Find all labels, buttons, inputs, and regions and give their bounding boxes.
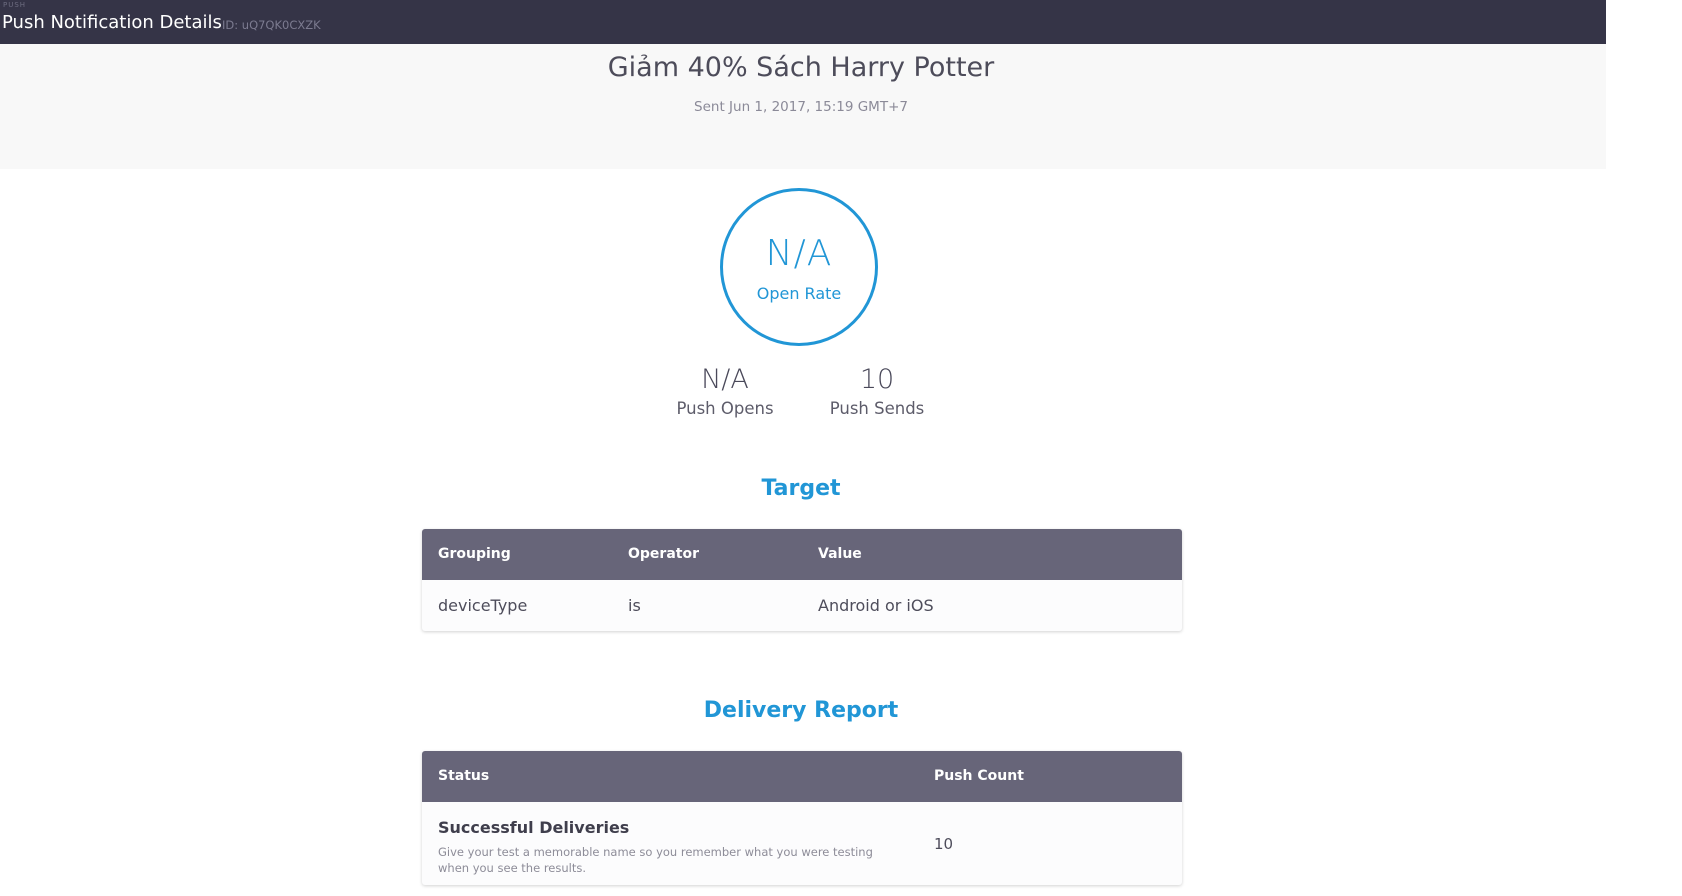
delivery-report-table: Status Push Count Successful Deliveries … xyxy=(422,751,1182,885)
section-eyebrow: PUSH xyxy=(3,1,27,9)
column-header-status: Status xyxy=(438,768,490,784)
push-notification-details-page: PUSH Push Notification Details ID: uQ7QK… xyxy=(0,0,1682,896)
notification-id: ID: uQ7QK0CXZK xyxy=(222,18,321,32)
sent-timestamp: Sent Jun 1, 2017, 15:19 GMT+7 xyxy=(694,99,908,115)
page-title: Push Notification Details xyxy=(2,12,222,33)
open-rate-circle: N/A Open Rate xyxy=(720,188,878,346)
push-opens-value: N/A xyxy=(701,364,749,395)
delivery-report-heading: Delivery Report xyxy=(703,698,899,723)
table-row: deviceType is Android or iOS xyxy=(422,580,1182,631)
top-bar: PUSH Push Notification Details ID: uQ7QK… xyxy=(0,0,1606,44)
push-sends-value: 10 xyxy=(859,364,895,395)
push-count-cell: 10 xyxy=(934,835,954,853)
value-cell: Android or iOS xyxy=(818,596,934,615)
column-header-grouping: Grouping xyxy=(438,546,511,562)
target-table: Grouping Operator Value deviceType is An… xyxy=(422,529,1182,631)
column-header-value: Value xyxy=(818,546,862,562)
column-header-push-count: Push Count xyxy=(934,768,1024,784)
campaign-title: Giảm 40% Sách Harry Potter xyxy=(607,52,995,83)
status-description: Give your test a memorable name so you r… xyxy=(438,845,873,875)
operator-cell: is xyxy=(628,596,641,615)
open-rate-label: Open Rate xyxy=(756,284,842,303)
push-sends-stat: 10 Push Sends xyxy=(812,364,942,418)
grouping-cell: deviceType xyxy=(438,596,528,615)
push-opens-label: Push Opens xyxy=(676,399,774,418)
push-opens-stat: N/A Push Opens xyxy=(660,364,790,418)
open-rate-value: N/A xyxy=(765,233,833,274)
status-title: Successful Deliveries xyxy=(438,818,630,837)
delivery-table-header: Status Push Count xyxy=(422,751,1182,802)
column-header-operator: Operator xyxy=(628,546,699,562)
table-row: Successful Deliveries Give your test a m… xyxy=(422,802,1182,885)
target-heading: Target xyxy=(761,476,841,501)
push-sends-label: Push Sends xyxy=(829,399,925,418)
target-table-header: Grouping Operator Value xyxy=(422,529,1182,580)
